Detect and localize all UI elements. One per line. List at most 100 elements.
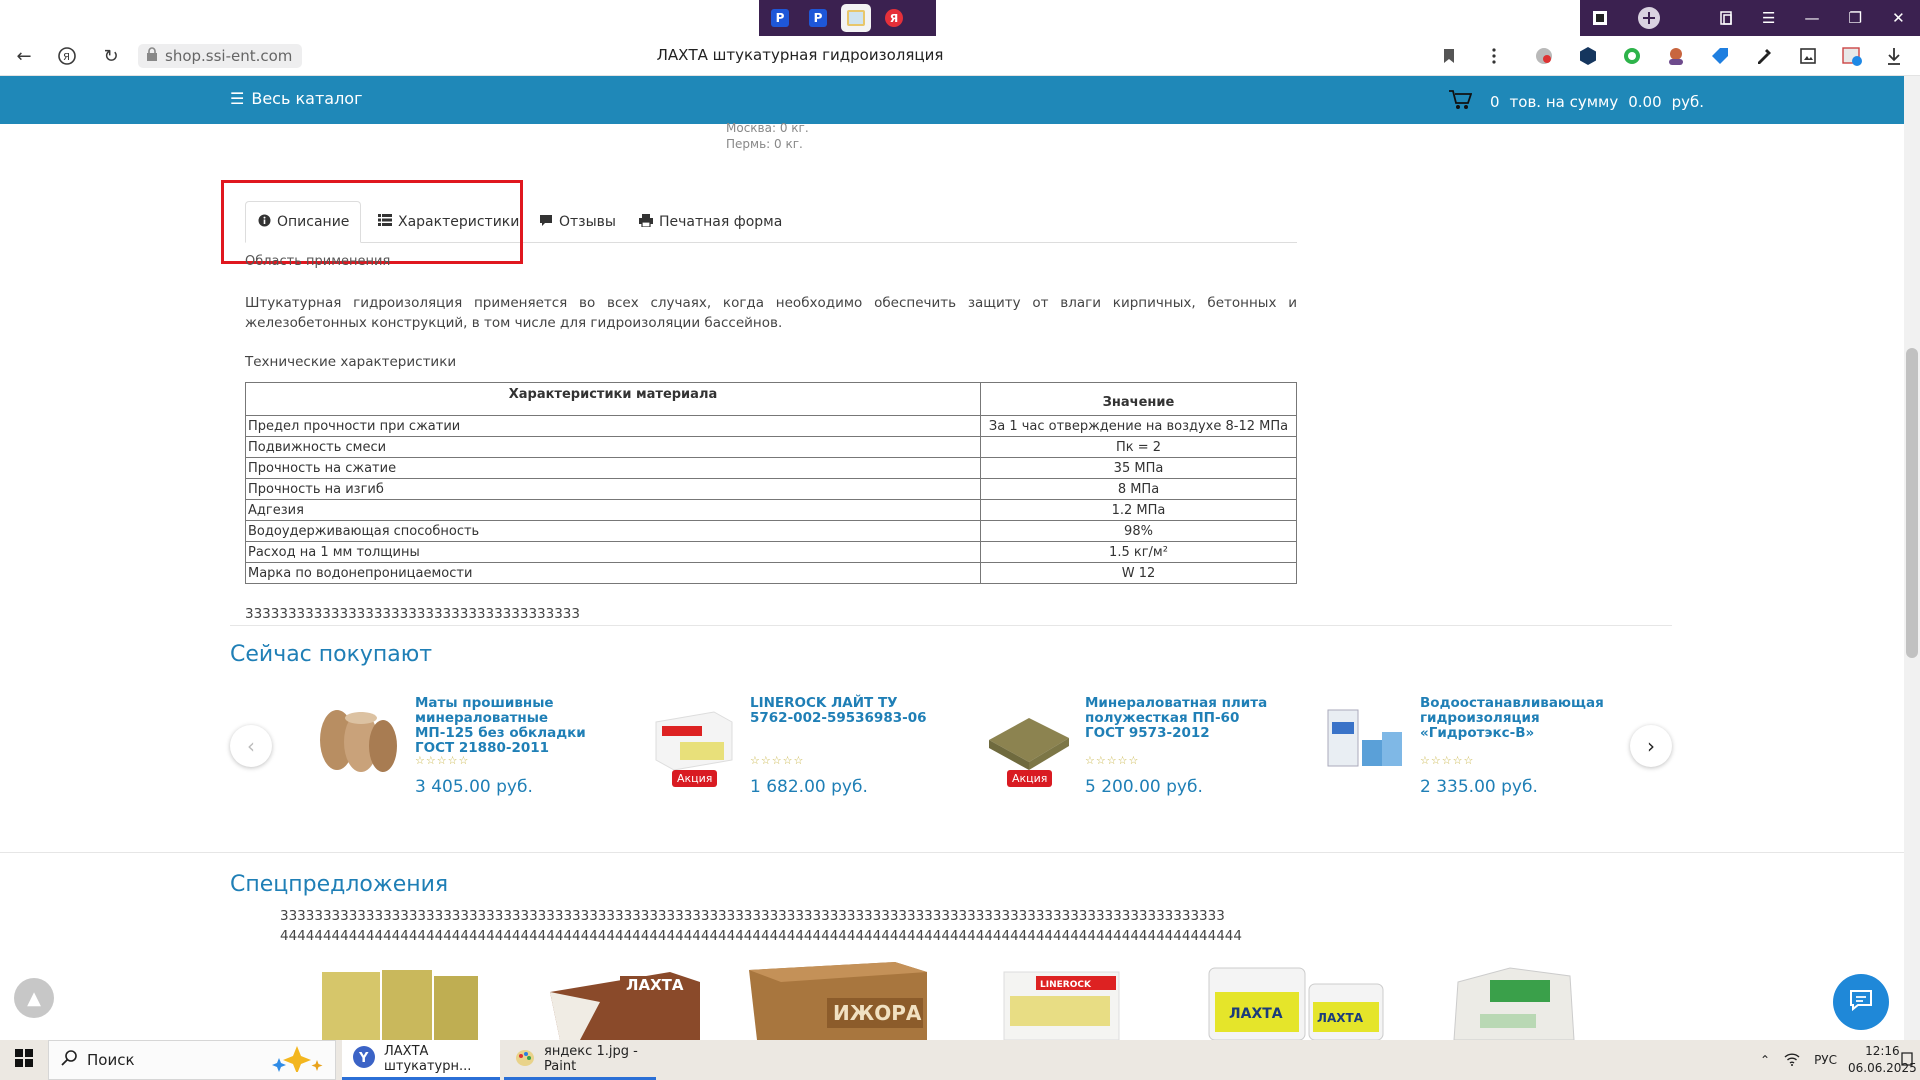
weight-perm: Пермь: 0 кг.: [726, 137, 803, 151]
language-indicator[interactable]: РУС: [1814, 1053, 1837, 1067]
product-card[interactable]: Маты прошивные минераловатные МП-125 без…: [315, 692, 615, 802]
scroll-to-top-button[interactable]: ▲: [14, 978, 54, 1018]
product-name-link[interactable]: Маты прошивные минераловатные МП-125 без…: [415, 696, 610, 756]
spec-table: Характеристики материала Значение Предел…: [245, 382, 1297, 584]
taskbar-app-label: яндекс 1.jpg - Paint: [544, 1043, 638, 1074]
extension-tab-icon[interactable]: [1585, 10, 1614, 26]
tab-print-form[interactable]: Печатная форма: [627, 201, 794, 243]
product-price: 1 682.00 руб.: [750, 777, 868, 797]
rating-stars: ☆☆☆☆☆: [750, 754, 805, 767]
product-card[interactable]: Водоостанавливающая гидроизоляция «Гидро…: [1320, 692, 1620, 802]
svg-text:Y: Y: [358, 1051, 369, 1066]
product-image-bucket[interactable]: [1320, 700, 1410, 780]
product-card[interactable]: Акция Минераловатная плита полужесткая П…: [985, 692, 1285, 802]
extension-tag-icon[interactable]: [1708, 44, 1732, 68]
chevron-up-icon: ▲: [27, 987, 41, 1009]
download-icon[interactable]: [1882, 44, 1906, 68]
offer-image-izhora-box[interactable]: ИЖОРА: [745, 962, 930, 1040]
bookmark-icon[interactable]: [1437, 44, 1461, 68]
cart-currency: руб.: [1671, 93, 1705, 111]
menu-icon[interactable]: ☰: [1747, 9, 1790, 27]
promo-badge: Акция: [672, 770, 718, 787]
cart-summary[interactable]: 0 тов. на сумму 0.00 руб.: [1448, 89, 1704, 115]
rating-stars: ☆☆☆☆☆: [1420, 754, 1475, 767]
spec-value: 1.2 МПа: [980, 499, 1297, 521]
carousel-prev-button[interactable]: ‹: [230, 725, 272, 767]
offer-image-lakhta-buckets[interactable]: ЛАХТА ЛАХТА: [1205, 962, 1385, 1041]
special-offers-text: 4444444444444444444444444444444444444444…: [280, 928, 1242, 944]
spec-value: 98%: [980, 520, 1297, 542]
search-icon: [61, 1050, 77, 1070]
description-text: Штукатурная гидроизоляция применяется во…: [245, 295, 1297, 331]
product-name-link[interactable]: Водоостанавливающая гидроизоляция «Гидро…: [1420, 696, 1615, 741]
eyedropper-icon[interactable]: [1752, 44, 1776, 68]
windows-taskbar: Поиск Y ЛАХТА штукатурн... яндекс 1.jpg …: [0, 1040, 1920, 1080]
product-name-link[interactable]: Минераловатная плита полужесткая ПП-60 Г…: [1085, 696, 1280, 741]
browser-tab-active[interactable]: [841, 4, 871, 32]
lock-icon: [146, 47, 158, 65]
spec-value: Пк = 2: [980, 436, 1297, 458]
yandex-home-icon[interactable]: Я: [55, 44, 79, 68]
search-placeholder: Поиск: [87, 1051, 135, 1069]
carousel-next-button[interactable]: ›: [1630, 725, 1672, 767]
spec-value: 35 МПа: [980, 457, 1297, 479]
browser-tab-group: P P Я: [759, 0, 936, 36]
catalog-label: Весь каталог: [251, 89, 363, 108]
spec-name: Марка по водонепроницаемости: [245, 562, 981, 584]
reload-icon[interactable]: ↻: [99, 44, 123, 68]
collections-icon[interactable]: [1704, 10, 1747, 26]
sparkle-icon: [269, 1044, 325, 1076]
product-price: 2 335.00 руб.: [1420, 777, 1538, 797]
cart-icon: [1448, 89, 1473, 115]
extension-hexagon-icon[interactable]: [1576, 44, 1600, 68]
taskbar-app-paint[interactable]: яндекс 1.jpg - Paint: [504, 1040, 656, 1080]
wifi-icon[interactable]: [1784, 1052, 1800, 1069]
table-row: Марка по водонепроницаемости W 12: [245, 562, 1297, 584]
scrollbar-thumb[interactable]: [1906, 348, 1918, 658]
cart-sum: 0.00: [1628, 93, 1662, 111]
tab-reviews[interactable]: Отзывы: [527, 201, 628, 243]
now-buying-title: Сейчас покупают: [230, 642, 433, 667]
chat-button[interactable]: [1833, 974, 1889, 1030]
url-field[interactable]: shop.ssi-ent.com: [138, 44, 302, 68]
special-offers-title: Спецпредложения: [230, 872, 449, 897]
back-icon[interactable]: ←: [12, 44, 36, 68]
catalog-menu-button[interactable]: ☰ Весь каталог: [230, 89, 363, 108]
table-row: Подвижность смеси Пк = 2: [245, 436, 1297, 458]
product-name-link[interactable]: LINEROCK ЛАЙТ ТУ 5762-002-59536983-06: [750, 696, 945, 726]
taskbar-search[interactable]: Поиск: [48, 1040, 336, 1080]
cart-text: тов. на сумму: [1509, 93, 1619, 111]
chevron-up-icon[interactable]: ⌃: [1760, 1053, 1770, 1067]
tab-label: Отзывы: [559, 214, 616, 230]
offer-brand: LINEROCK: [1040, 980, 1092, 990]
browser-tab-2[interactable]: P: [803, 4, 833, 32]
extension-avatar-icon[interactable]: [1664, 44, 1688, 68]
extension-calendar-icon[interactable]: [1840, 44, 1864, 68]
hamburger-icon: ☰: [230, 89, 245, 108]
spec-name: Водоудерживающая способность: [245, 520, 981, 542]
browser-tab-1[interactable]: P: [765, 4, 795, 32]
product-image-rolls[interactable]: [315, 700, 405, 780]
browser-tab-4[interactable]: Я: [879, 4, 909, 32]
new-tab-icon[interactable]: [1634, 6, 1663, 30]
start-button[interactable]: [0, 1040, 48, 1080]
product-image-linerock[interactable]: [650, 700, 740, 780]
close-icon[interactable]: ✕: [1877, 9, 1920, 27]
more-options-icon[interactable]: [1482, 44, 1506, 68]
product-card[interactable]: Акция LINEROCK ЛАЙТ ТУ 5762-002-59536983…: [650, 692, 950, 802]
extension-green-ring-icon[interactable]: [1620, 44, 1644, 68]
offer-brand: ЛАХТА: [1229, 1006, 1283, 1022]
minimize-icon[interactable]: —: [1790, 9, 1833, 27]
taskbar-app-browser[interactable]: Y ЛАХТА штукатурн...: [342, 1040, 500, 1080]
offer-image-mineral-wool[interactable]: [320, 962, 480, 1040]
offer-image-linerock-pack[interactable]: LINEROCK: [1000, 962, 1125, 1041]
offer-image-dry-mix-bag[interactable]: [1450, 962, 1580, 1041]
comment-icon: [539, 214, 553, 231]
offer-image-lakhta-bag[interactable]: ЛАХТА: [540, 962, 705, 1040]
screenshot-icon[interactable]: [1796, 44, 1820, 68]
notification-icon[interactable]: [1900, 1050, 1914, 1072]
extension-shield-icon[interactable]: [1532, 44, 1556, 68]
product-image-slabs[interactable]: [985, 700, 1075, 780]
spec-value: За 1 час отверждение на воздухе 8-12 МПа: [980, 415, 1297, 437]
restore-icon[interactable]: ❐: [1834, 9, 1877, 27]
